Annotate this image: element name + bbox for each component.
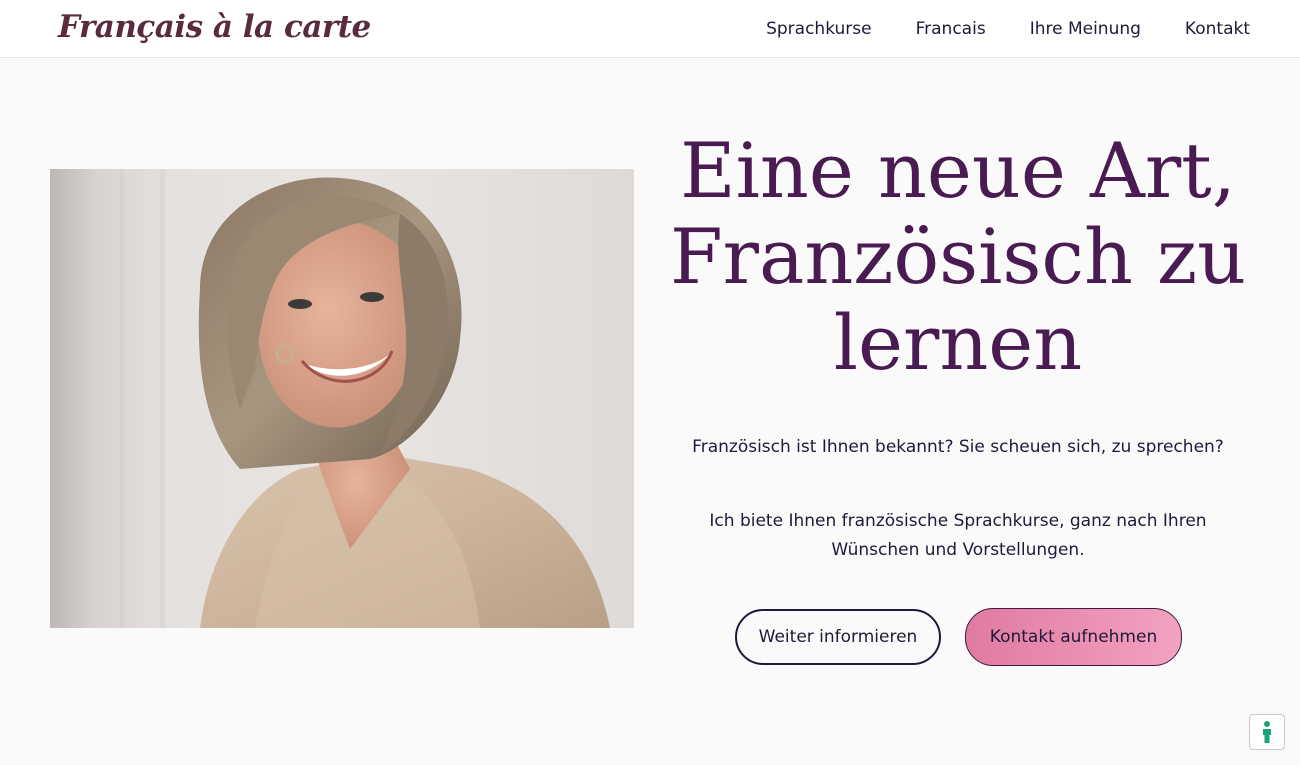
nav-item-francais[interactable]: Francais — [916, 19, 986, 39]
nav-item-ihre-meinung[interactable]: Ihre Meinung — [1030, 19, 1141, 39]
accessibility-button[interactable] — [1249, 714, 1285, 750]
hero-intro-text: Französisch ist Ihnen bekannt? Sie scheu… — [692, 437, 1224, 457]
accessibility-person-icon — [1263, 721, 1271, 743]
contact-button[interactable]: Kontakt aufnehmen — [965, 608, 1182, 666]
hero-description-text: Ich biete Ihnen französische Sprachkurse… — [709, 511, 1207, 560]
site-header: Français à la carte Sprachkurse Francais… — [0, 0, 1300, 58]
nav-item-kontakt[interactable]: Kontakt — [1185, 19, 1250, 39]
main-nav: Sprachkurse Francais Ihre Meinung Kontak… — [766, 0, 1250, 57]
more-info-button[interactable]: Weiter informieren — [735, 609, 941, 665]
nav-item-sprachkurse[interactable]: Sprachkurse — [766, 19, 872, 39]
portrait-photo — [50, 169, 634, 628]
hero-title: Eine neue Art, Französisch zu lernen — [669, 126, 1247, 387]
site-logo[interactable]: Français à la carte — [58, 4, 371, 50]
